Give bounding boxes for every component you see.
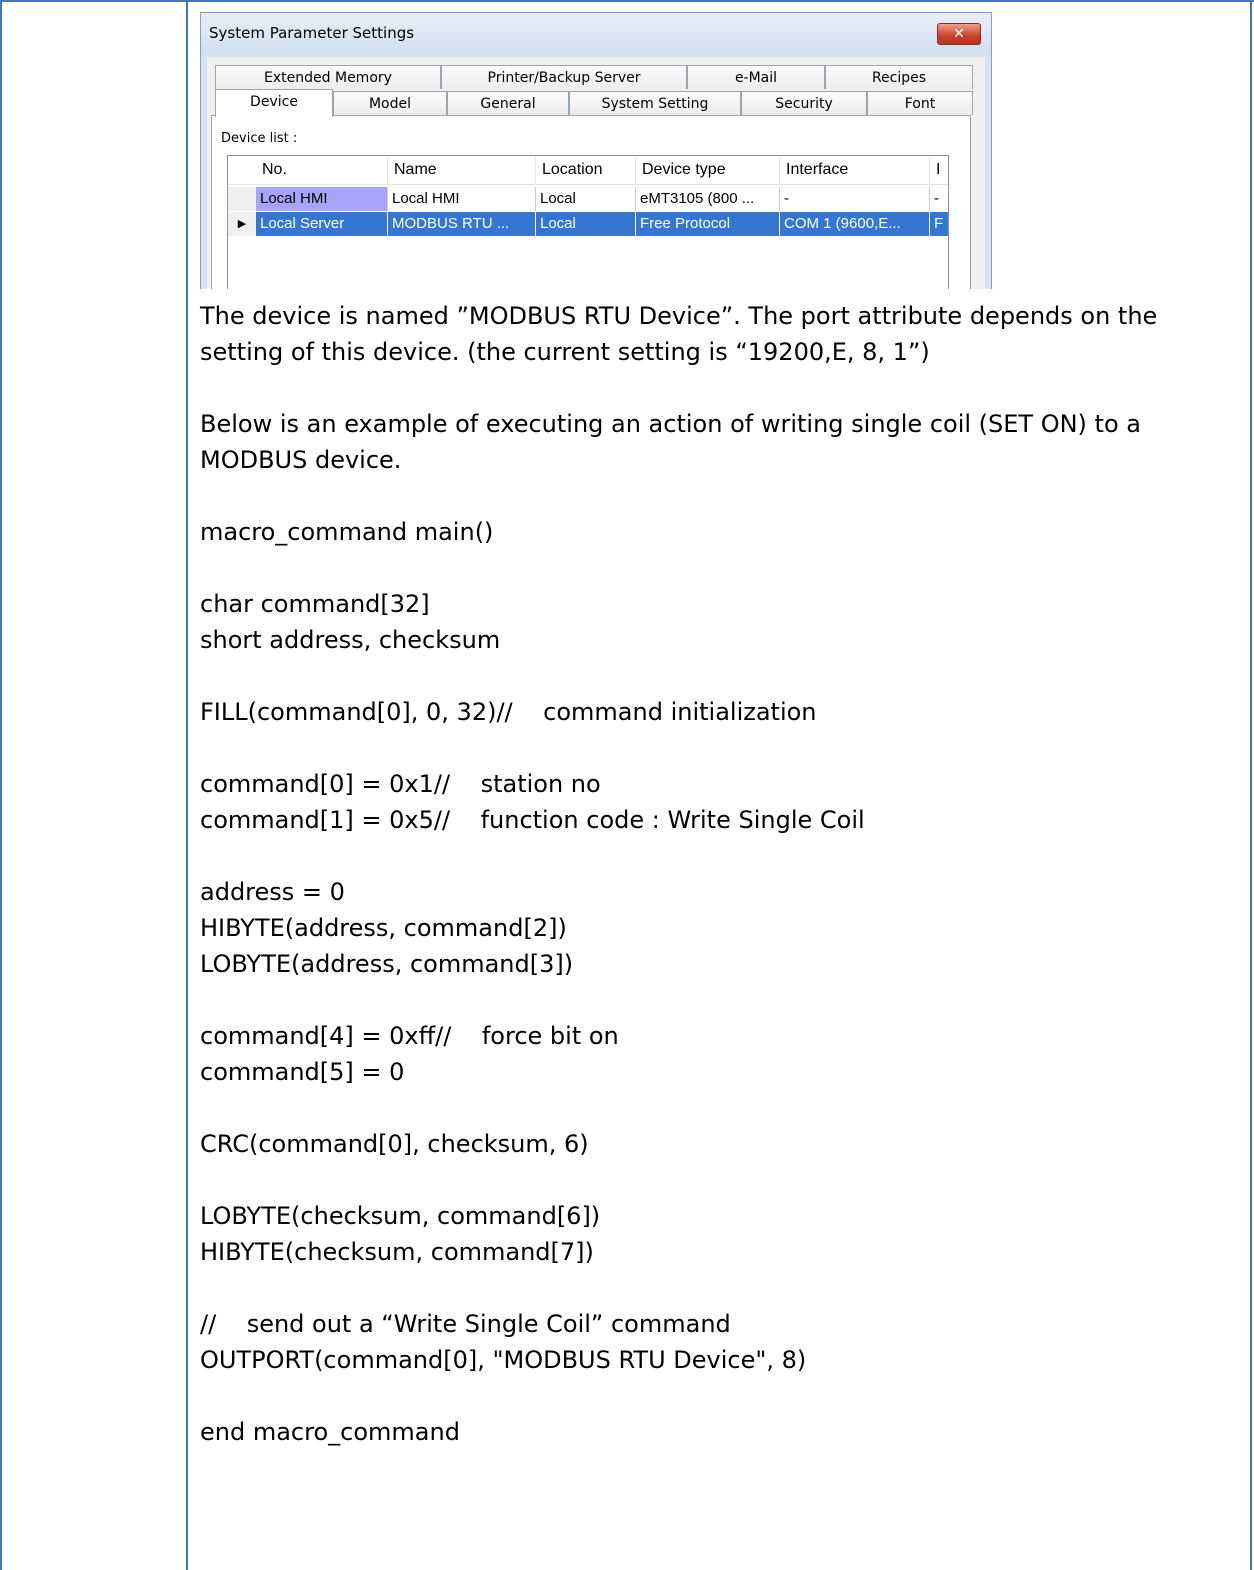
code-crc: CRC(command[0], checksum, 6) bbox=[200, 1130, 589, 1158]
cell-interface: COM 1 (9600,E... bbox=[780, 212, 930, 236]
device-list-label: Device list : bbox=[221, 131, 298, 146]
code-macro-start: macro_command main() bbox=[200, 518, 494, 546]
table-row-selected[interactable]: ▶ Local Server MODBUS RTU ... Local Free… bbox=[228, 212, 948, 236]
tab-recipes[interactable]: Recipes bbox=[825, 65, 973, 89]
code-fill: FILL(command[0], 0, 32)// command initia… bbox=[200, 698, 817, 726]
table-left-border bbox=[0, 0, 2, 1570]
column-header-name[interactable]: Name bbox=[388, 156, 536, 184]
table-row[interactable]: Local HMI Local HMI Local eMT3105 (800 .… bbox=[228, 187, 948, 211]
dialog-titlebar: System Parameter Settings ✕ bbox=[201, 13, 991, 55]
column-header-location[interactable]: Location bbox=[536, 156, 636, 184]
system-parameter-settings-dialog: System Parameter Settings ✕ Extended Mem… bbox=[200, 12, 992, 289]
dialog-title: System Parameter Settings bbox=[209, 24, 415, 42]
column-header-device-type[interactable]: Device type bbox=[636, 156, 780, 184]
cell-no: Local HMI bbox=[256, 187, 388, 211]
row-pointer-icon: ▶ bbox=[228, 212, 257, 236]
cell-extra: - bbox=[930, 187, 948, 211]
cell-extra: F bbox=[930, 212, 948, 236]
document-body: The device is named ”MODBUS RTU Device”.… bbox=[200, 298, 1240, 1450]
code-address: address = 0 HIBYTE(address, command[2]) … bbox=[200, 878, 574, 978]
code-command-header: command[0] = 0x1// station no command[1]… bbox=[200, 770, 865, 834]
tab-system-setting[interactable]: System Setting bbox=[569, 91, 741, 115]
paragraph-device-name: The device is named ”MODBUS RTU Device”.… bbox=[200, 302, 1165, 366]
close-button[interactable]: ✕ bbox=[937, 23, 981, 45]
cell-interface: - bbox=[780, 187, 930, 211]
column-header-no[interactable]: No. bbox=[256, 156, 388, 184]
row-header[interactable] bbox=[228, 187, 257, 211]
code-outport: // send out a “Write Single Coil” comman… bbox=[200, 1310, 807, 1374]
code-checksum-bytes: LOBYTE(checksum, command[6]) HIBYTE(chec… bbox=[200, 1202, 601, 1266]
cell-location: Local bbox=[536, 212, 636, 236]
close-icon: ✕ bbox=[953, 26, 965, 42]
tab-font[interactable]: Font bbox=[867, 91, 973, 115]
tab-printer-backup-server[interactable]: Printer/Backup Server bbox=[441, 65, 687, 89]
cell-no: Local Server bbox=[256, 212, 388, 236]
code-macro-end: end macro_command bbox=[200, 1418, 460, 1446]
tab-general[interactable]: General bbox=[447, 91, 569, 115]
code-force-bit: command[4] = 0xff// force bit on command… bbox=[200, 1022, 619, 1086]
cell-device-type: eMT3105 (800 ... bbox=[636, 187, 780, 211]
cell-name: Local HMI bbox=[388, 187, 536, 211]
column-header-extra[interactable]: I bbox=[930, 156, 948, 184]
device-list-grid: No. Name Location Device type Interface … bbox=[227, 155, 949, 289]
tab-email[interactable]: e-Mail bbox=[687, 65, 825, 89]
tab-extended-memory[interactable]: Extended Memory bbox=[215, 65, 441, 89]
column-header-interface[interactable]: Interface bbox=[780, 156, 930, 184]
cell-location: Local bbox=[536, 187, 636, 211]
cell-name: MODBUS RTU ... bbox=[388, 212, 536, 236]
tab-model[interactable]: Model bbox=[333, 91, 447, 115]
paragraph-example-intro: Below is an example of executing an acti… bbox=[200, 410, 1149, 474]
tab-security[interactable]: Security bbox=[741, 91, 867, 115]
table-top-border bbox=[0, 0, 1254, 2]
code-declarations: char command[32] short address, checksum bbox=[200, 590, 501, 654]
grid-header: No. Name Location Device type Interface … bbox=[228, 156, 948, 185]
table-right-border bbox=[1250, 0, 1252, 1570]
tab-device[interactable]: Device bbox=[215, 89, 333, 117]
table-column-divider bbox=[186, 0, 188, 1570]
cell-device-type: Free Protocol bbox=[636, 212, 780, 236]
